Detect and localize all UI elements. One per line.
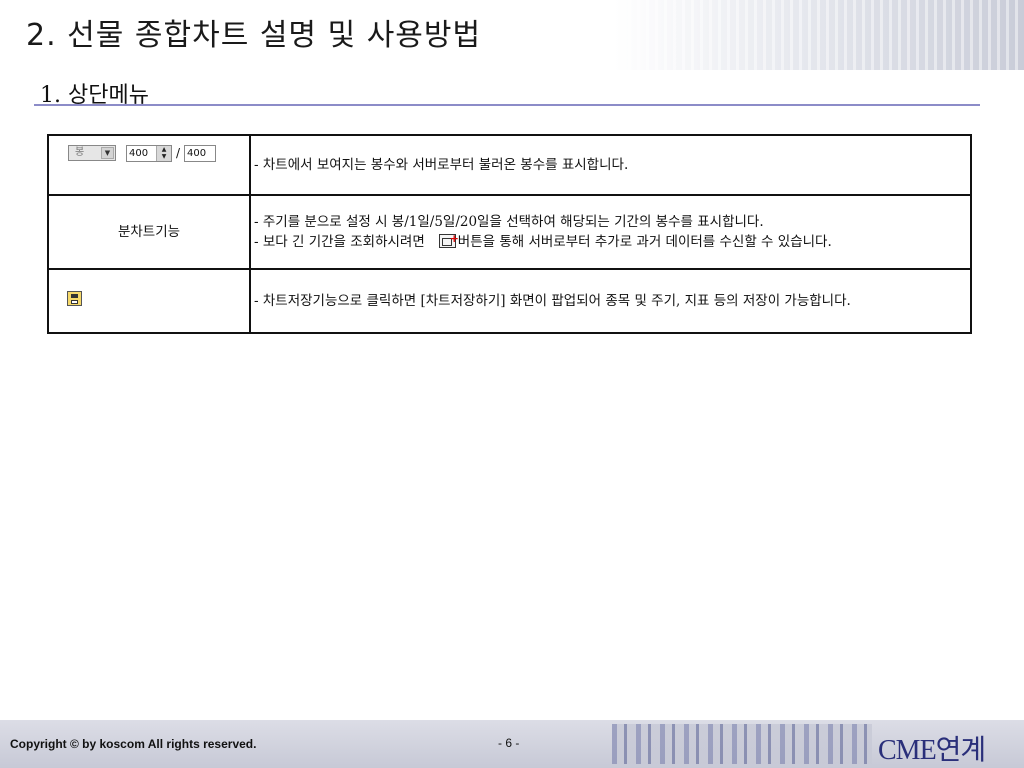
bar-count-value: 400 [129, 147, 149, 159]
row2-description: - 주기를 분으로 설정 시 봉/1일/5일/20일을 선택하여 해당되는 기간… [249, 194, 972, 270]
row3-description: - 차트저장기능으로 클릭하면 [차트저장하기] 화면이 팝업되어 종목 및 주… [249, 268, 972, 334]
footer: Copyright © by koscom All rights reserve… [0, 720, 1024, 768]
row2-line2: - 보다 긴 기간을 조회하시려면 + 버튼을 통해 서버로부터 추가로 과거 데이… [254, 232, 967, 252]
feature-table: 봉 ▼ 400 ▲ ▼ / 400 - 차트에서 보여지는 봉수와 서버로부터 불… [47, 134, 972, 334]
chevron-down-icon[interactable]: ▼ [101, 147, 114, 159]
page-title: 2. 선물 종합차트 설명 및 사용방법 [26, 18, 482, 53]
brand-logo: CME연계 [878, 735, 986, 766]
separator: / [176, 146, 181, 160]
row2-line1: - 주기를 분으로 설정 시 봉/1일/5일/20일을 선택하여 해당되는 기간… [254, 214, 764, 230]
banner-decoration [604, 0, 1024, 70]
save-icon-cell [47, 268, 251, 334]
table-row: - 차트저장기능으로 클릭하면 [차트저장하기] 화면이 팝업되어 종목 및 주… [47, 268, 972, 334]
page-number: - 6 - [498, 736, 520, 750]
total-bar-count-field: 400 [184, 144, 217, 162]
save-icon[interactable] [67, 290, 82, 306]
bar-count-stepper[interactable]: 400 ▲ ▼ [126, 144, 172, 162]
row1-description: - 차트에서 보여지는 봉수와 서버로부터 불러온 봉수를 표시합니다. [249, 134, 972, 196]
period-select[interactable]: 봉 ▼ [68, 145, 116, 161]
row2-line2-after: 버튼을 통해 서버로부터 추가로 과거 데이터를 수신할 수 있습니다. [457, 234, 832, 250]
spin-buttons-icon[interactable]: ▲ ▼ [156, 145, 171, 161]
table-row: 분차트기능 - 주기를 분으로 설정 시 봉/1일/5일/20일을 선택하여 해… [47, 194, 972, 270]
period-select-value: 봉 [75, 147, 85, 158]
footer-decoration [612, 724, 872, 764]
bar-count-widget: 봉 ▼ 400 ▲ ▼ / 400 [68, 143, 262, 163]
minute-chart-label: 분차트기능 [47, 194, 251, 270]
table-row: 봉 ▼ 400 ▲ ▼ / 400 - 차트에서 보여지는 봉수와 서버로부터 불… [47, 134, 972, 196]
row2-line2-before: - 보다 긴 기간을 조회하시려면 [254, 234, 425, 250]
section-divider [34, 104, 980, 106]
bar-count-widget-cell: 봉 ▼ 400 ▲ ▼ / 400 [47, 134, 251, 196]
add-history-icon[interactable]: + [438, 232, 459, 248]
header-banner: 2. 선물 종합차트 설명 및 사용방법 [0, 0, 1024, 70]
copyright-text: Copyright © by koscom All rights reserve… [10, 737, 257, 751]
total-bar-count-value: 400 [187, 147, 207, 159]
